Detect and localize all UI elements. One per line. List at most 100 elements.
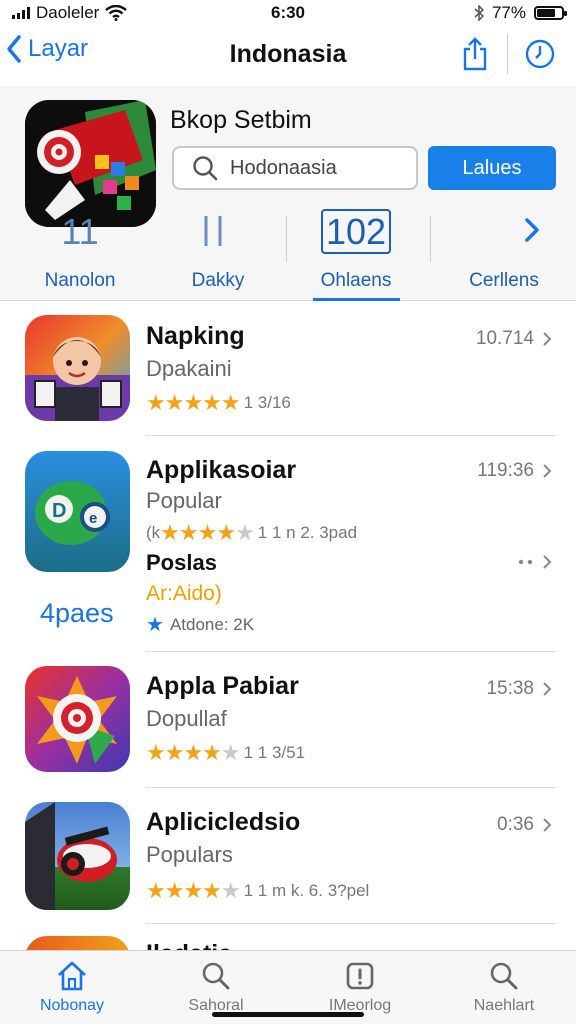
tab-home[interactable]: Nobonay bbox=[0, 951, 144, 1024]
app-category: Popular bbox=[146, 488, 222, 513]
rating-count: 1 3/16 bbox=[243, 393, 291, 412]
list-item[interactable]: D e Applikasoiar Popular 119:36 (k ★★★★★… bbox=[0, 436, 576, 652]
home-indicator bbox=[212, 1012, 364, 1017]
search-submit-button[interactable]: Lalues bbox=[428, 146, 556, 190]
sub-item-meta: ★ Atdone: 2K bbox=[146, 612, 254, 637]
chevron-left-icon bbox=[7, 35, 21, 63]
app-icon-napking[interactable] bbox=[25, 315, 130, 421]
app-meta-link[interactable]: 0:36 bbox=[497, 814, 552, 836]
star-icon: ★ bbox=[146, 614, 164, 636]
app-meta-link[interactable]: 119:36 bbox=[477, 460, 552, 482]
rating-prefix: (k bbox=[146, 523, 161, 542]
active-tab-indicator bbox=[313, 298, 400, 301]
chevron-right-icon bbox=[543, 818, 552, 832]
bluetooth-icon bbox=[474, 5, 484, 21]
tab-label: Nanolon bbox=[44, 270, 116, 291]
rating-stars: ★★★★★ bbox=[160, 520, 255, 545]
search-icon bbox=[202, 962, 230, 990]
tab-label: Cerllens bbox=[469, 270, 539, 291]
app-icon-applikasoiar[interactable]: D e bbox=[25, 451, 130, 572]
app-meta-link[interactable]: 15:38 bbox=[486, 678, 552, 700]
rating-stars: ★★★★★ bbox=[146, 740, 241, 765]
app-rating: (k ★★★★★ 1 1 n 2. 3pad bbox=[146, 520, 357, 546]
stat-count-value: 102 bbox=[320, 209, 392, 254]
tab-label: Naehlart bbox=[473, 997, 535, 1014]
rating-count: 1 1 m k. 6. 3?pel bbox=[243, 881, 370, 900]
app-rating: ★★★★★ 1 3/16 bbox=[146, 390, 291, 416]
app-meta-link[interactable]: 10.714 bbox=[476, 328, 552, 350]
tab-cerllens[interactable]: Cerllens bbox=[452, 210, 556, 292]
chevron-right-icon bbox=[543, 555, 552, 569]
app-name: Aplicicledsio bbox=[146, 808, 301, 836]
app-meta: 10.714 bbox=[475, 328, 534, 349]
tab-label: Ohlaens bbox=[320, 270, 392, 291]
sub-item-downloads: Atdone: 2K bbox=[169, 614, 255, 634]
back-button[interactable]: Layar bbox=[6, 34, 88, 64]
tab-nanolon[interactable]: 11 Nanolon bbox=[28, 210, 132, 292]
more-options-button[interactable] bbox=[518, 554, 552, 570]
chevron-right-icon bbox=[525, 218, 539, 242]
chevron-right-icon bbox=[543, 464, 552, 478]
signal-icon bbox=[12, 7, 30, 19]
app-name: Appla Pabiar bbox=[146, 672, 299, 700]
app-meta: 15:38 bbox=[486, 678, 534, 699]
search-icon bbox=[193, 156, 218, 181]
chevron-right-icon bbox=[543, 332, 552, 346]
category-tabs: 11 Nanolon Dakky 102 Ohlaens Cerllens bbox=[0, 209, 576, 301]
store-header: Bkop Setbim Lalues 11 Nanolon Dakky 102 … bbox=[0, 86, 576, 301]
battery-icon bbox=[534, 6, 567, 20]
nav-divider bbox=[507, 34, 508, 74]
app-category: Dopullaf bbox=[146, 706, 227, 731]
navigation-bar: Layar Indonasia bbox=[0, 26, 576, 86]
list-item[interactable]: Appla Pabiar Dopullaf 15:38 ★★★★★ 1 1 3/… bbox=[0, 652, 576, 788]
tab-divider bbox=[286, 216, 287, 262]
list-item[interactable]: Aplicicledsio Populars 0:36 ★★★★★ 1 1 m … bbox=[0, 788, 576, 924]
featured-app-icon[interactable] bbox=[25, 100, 156, 227]
tab-label: Dakky bbox=[191, 270, 245, 291]
stat-count bbox=[452, 210, 556, 254]
svg-text:e: e bbox=[89, 510, 97, 527]
clock-button[interactable] bbox=[522, 34, 558, 74]
carrier-label: Daoleler bbox=[36, 3, 100, 22]
list-item[interactable]: Napking Dpakaini 10.714 ★★★★★ 1 3/16 bbox=[0, 302, 576, 436]
home-icon bbox=[58, 961, 86, 991]
tab-dakky[interactable]: Dakky bbox=[166, 210, 270, 292]
search-icon bbox=[490, 962, 518, 990]
status-bar: Daoleler 6:30 77% bbox=[0, 0, 576, 26]
app-meta: 119:36 bbox=[477, 460, 534, 481]
search-input[interactable] bbox=[230, 156, 400, 180]
sub-item-badge: Ar:Aido) bbox=[146, 582, 222, 605]
wifi-icon bbox=[105, 5, 128, 21]
stat-count: 11 bbox=[61, 211, 99, 252]
tab-label: Nobonay bbox=[39, 997, 105, 1014]
app-name: Napking bbox=[146, 322, 245, 350]
svg-text:D: D bbox=[52, 500, 66, 522]
sub-item-name: Poslas bbox=[146, 550, 217, 575]
app-category: Dpakaini bbox=[146, 356, 232, 381]
app-rating: ★★★★★ 1 1 m k. 6. 3?pel bbox=[146, 878, 369, 904]
rating-stars: ★★★★★ bbox=[146, 878, 241, 903]
tab-search-alt[interactable]: Naehlart bbox=[432, 951, 576, 1024]
app-category: Populars bbox=[146, 842, 233, 867]
tab-ohlaens[interactable]: 102 Ohlaens bbox=[304, 209, 408, 292]
promo-label[interactable]: 4paes bbox=[40, 598, 114, 629]
app-name: Applikasoiar bbox=[146, 456, 297, 484]
share-icon bbox=[463, 37, 487, 71]
chevron-right-icon bbox=[543, 682, 552, 696]
tab-divider bbox=[430, 216, 431, 262]
search-field[interactable] bbox=[172, 146, 418, 190]
stat-digits bbox=[204, 216, 222, 246]
clock-icon bbox=[525, 39, 555, 69]
info-box-icon bbox=[346, 962, 374, 990]
rating-count: 1 1 n 2. 3pad bbox=[257, 523, 358, 542]
app-icon-aplicicledsio[interactable] bbox=[25, 802, 130, 910]
rating-count: 1 1 3/51 bbox=[243, 743, 306, 762]
share-button[interactable] bbox=[457, 34, 493, 74]
more-dots-icon bbox=[518, 559, 533, 565]
app-meta: 0:36 bbox=[497, 814, 534, 835]
store-title: Bkop Setbim bbox=[170, 106, 312, 134]
stat-count bbox=[166, 210, 270, 254]
app-icon-appla-pabiar[interactable] bbox=[25, 666, 130, 772]
back-label: Layar bbox=[28, 35, 89, 62]
rating-stars: ★★★★★ bbox=[146, 390, 241, 415]
